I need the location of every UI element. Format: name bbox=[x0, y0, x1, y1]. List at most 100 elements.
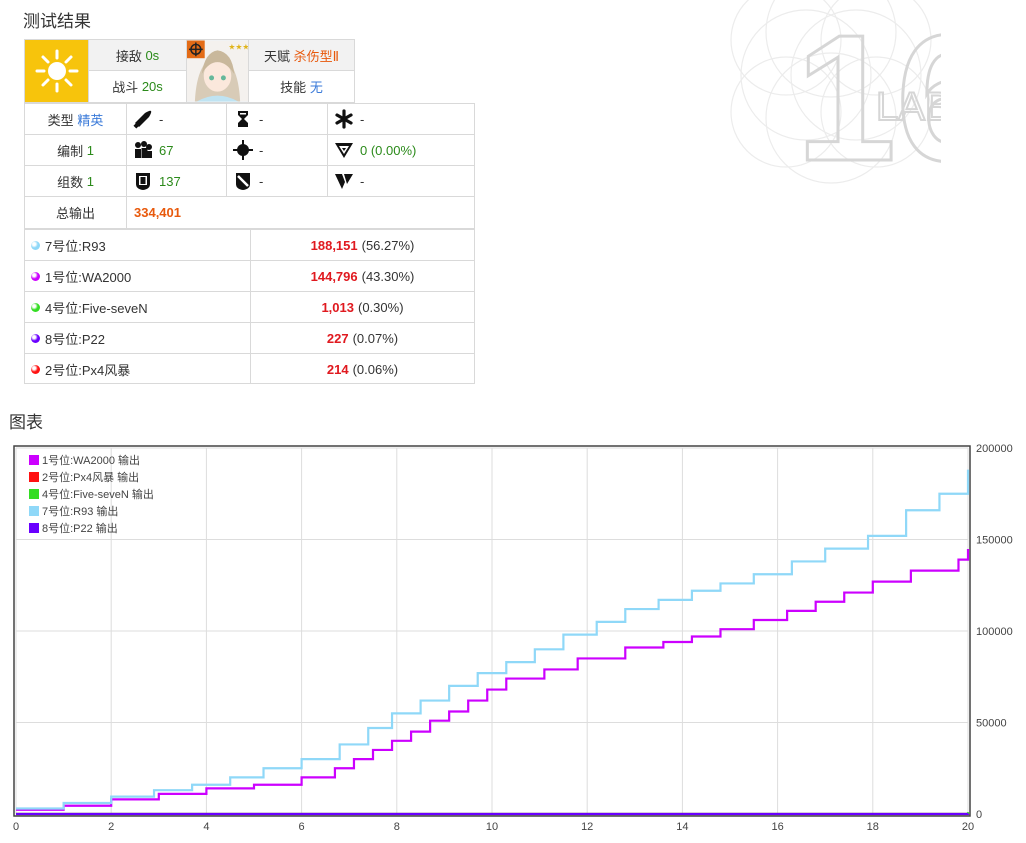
unit-name-cell: 2号位:Px4风暴 bbox=[25, 354, 250, 384]
unit-label: 8号位:P22 bbox=[45, 331, 105, 347]
crosshair-value: - bbox=[259, 142, 264, 158]
shield-break-icon bbox=[236, 173, 250, 190]
skill-label: 技能 bbox=[280, 80, 307, 95]
y-tick-label: 150000 bbox=[976, 535, 1013, 547]
evade-value: 0 (0.00%) bbox=[360, 142, 417, 158]
unit-row: 2号位:Px4风暴 214 (0.06%) bbox=[25, 354, 474, 385]
x-tick-label: 16 bbox=[771, 821, 783, 833]
x-tick-label: 0 bbox=[13, 821, 19, 833]
unit-label: 4号位:Five-seveN bbox=[45, 300, 148, 316]
crosshair-icon bbox=[233, 140, 253, 160]
y-tick-label: 200000 bbox=[976, 443, 1013, 455]
page-title: 测试结果 bbox=[23, 12, 91, 31]
sun-icon bbox=[35, 49, 78, 93]
skill-value: 无 bbox=[309, 80, 323, 95]
legend-label: 2号位:Px4风暴 输出 bbox=[42, 470, 139, 484]
y-tick-label: 100000 bbox=[976, 626, 1013, 638]
legend-swatch bbox=[29, 472, 39, 482]
engage-cell: 接敌 0s bbox=[88, 40, 186, 71]
x-tick-label: 12 bbox=[581, 821, 593, 833]
unit-name-cell: 7号位:R93 bbox=[25, 230, 250, 260]
y-tick-label: 0 bbox=[976, 809, 982, 821]
unit-damage: 214 bbox=[326, 361, 349, 377]
evade-cell: 0 (0.00%) bbox=[327, 135, 474, 166]
unit-color-dot bbox=[31, 364, 40, 374]
unit-color-dot bbox=[31, 271, 40, 281]
unit-name-cell: 1号位:WA2000 bbox=[25, 261, 250, 291]
skill-cell: 技能 无 bbox=[248, 71, 354, 102]
talent-cell: 天赋 杀伤型Ⅱ bbox=[248, 40, 354, 71]
unit-percent: (0.06%) bbox=[352, 361, 399, 377]
formation-label: 编制 bbox=[57, 143, 84, 159]
unit-damage-cell: 188,151 (56.27%) bbox=[250, 230, 474, 260]
unit-damage-cell: 144,796 (43.30%) bbox=[250, 261, 474, 291]
legend-swatch bbox=[29, 489, 39, 499]
avatar: ★★★ bbox=[187, 40, 248, 102]
unit-row: 1号位:WA2000 144,796 (43.30%) bbox=[25, 261, 474, 292]
unit-color-dot bbox=[31, 302, 40, 312]
unit-label: 1号位:WA2000 bbox=[45, 269, 132, 285]
unit-row: 7号位:R93 188,151 (56.27%) bbox=[25, 230, 474, 261]
legend-swatch bbox=[29, 523, 39, 533]
unit-percent: (56.27%) bbox=[361, 237, 415, 253]
unit-percent: (43.30%) bbox=[361, 268, 415, 284]
unit-damage: 188,151 bbox=[310, 237, 358, 253]
type-cell: 类型 精英 bbox=[25, 104, 126, 135]
penetrate-cell: - bbox=[327, 166, 474, 197]
talent-label: 天赋 bbox=[263, 48, 290, 64]
hourglass-value: - bbox=[259, 111, 264, 127]
unit-damage: 1,013 bbox=[321, 299, 354, 315]
asterisk-cell: - bbox=[327, 104, 474, 135]
battle-cell: 战斗 20s bbox=[88, 71, 186, 102]
legend-label: 7号位:R93 输出 bbox=[42, 504, 118, 518]
x-tick-label: 4 bbox=[203, 821, 209, 833]
hourglass-cell: - bbox=[226, 104, 327, 135]
squad-icon bbox=[135, 141, 152, 158]
asterisk-icon bbox=[335, 109, 353, 129]
battle-value: 20s bbox=[141, 79, 163, 94]
type-value: 精英 bbox=[77, 112, 104, 128]
unit-percent: (0.07%) bbox=[352, 330, 399, 346]
unit-color-dot bbox=[31, 333, 40, 343]
battle-label: 战斗 bbox=[112, 80, 139, 95]
type-label: 类型 bbox=[47, 112, 74, 128]
x-tick-label: 10 bbox=[486, 821, 498, 833]
svg-text:★★★: ★★★ bbox=[228, 42, 248, 51]
groups-label: 组数 bbox=[57, 174, 84, 190]
total-value: 334,401 bbox=[134, 205, 181, 220]
count-cell: 67 bbox=[126, 135, 226, 166]
armor-value: 137 bbox=[159, 173, 181, 189]
unit-table: 7号位:R93 188,151 (56.27%) 1号位:WA2000 144,796(… bbox=[24, 229, 475, 384]
engage-value: 0s bbox=[145, 47, 160, 63]
unit-row: 4号位:Five-seveN 1,013 (0.30%) bbox=[25, 292, 474, 323]
armor-cell: 137 bbox=[126, 166, 226, 197]
doll-avatar: ★★★ bbox=[186, 40, 248, 102]
unit-label: 2号位:Px4风暴 bbox=[45, 362, 131, 378]
unit-damage-cell: 214 (0.06%) bbox=[250, 354, 474, 384]
crosshair-cell: - bbox=[226, 135, 327, 166]
total-label: 总输出 bbox=[55, 206, 95, 221]
summary-panel: 接敌 0s 战斗 20s ★★★ 天赋 杀伤型Ⅱ 技能 无 bbox=[24, 39, 355, 103]
x-tick-label: 18 bbox=[867, 821, 879, 833]
talent-value: 杀伤型Ⅱ bbox=[293, 48, 340, 64]
x-tick-label: 8 bbox=[394, 821, 400, 833]
groups-cell: 组数 1 bbox=[25, 166, 126, 197]
penetrate-value: - bbox=[360, 173, 365, 189]
groups-value: 1 bbox=[86, 173, 94, 189]
total-cell: 总输出 bbox=[25, 197, 126, 228]
ammo-value: - bbox=[159, 111, 164, 127]
legend-swatch bbox=[29, 455, 39, 465]
shield-break-value: - bbox=[259, 173, 264, 189]
formation-value: 1 bbox=[86, 142, 94, 158]
engage-label: 接敌 bbox=[115, 48, 142, 64]
legend-swatch bbox=[29, 506, 39, 516]
unit-label: 7号位:R93 bbox=[45, 238, 106, 254]
evade-icon bbox=[335, 143, 353, 158]
damage-chart: 0 2 4 6 8 10 12 14 16 18 20 200000 150000 100000 50000… bbox=[13, 443, 1013, 833]
x-tick-label: 6 bbox=[299, 821, 305, 833]
x-tick-label: 14 bbox=[676, 821, 688, 833]
unit-name-cell: 8号位:P22 bbox=[25, 323, 250, 353]
sun-tile bbox=[25, 40, 88, 102]
unit-color-dot bbox=[31, 240, 40, 250]
chart-section-title: 图表 bbox=[9, 413, 43, 432]
